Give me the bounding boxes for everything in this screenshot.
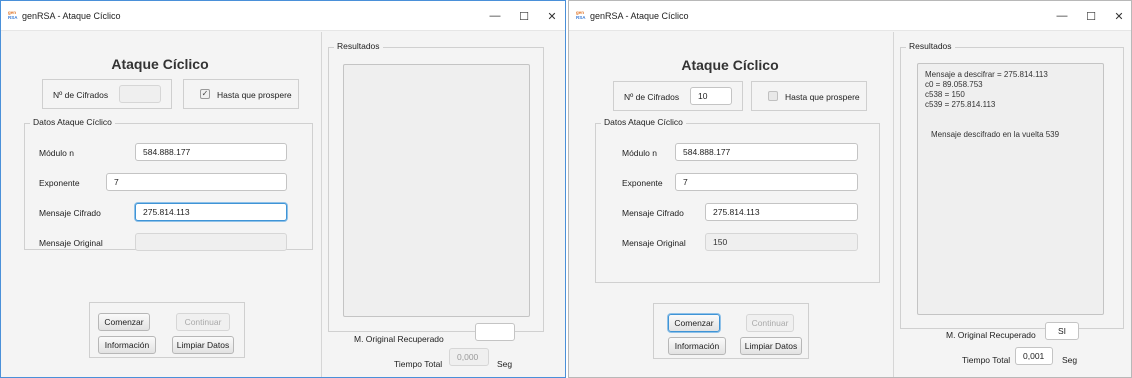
cifrados-label: Nº de Cifrados: [624, 92, 680, 102]
hasta-box: Hasta que prospere: [751, 81, 867, 111]
minimize-button[interactable]: —: [1050, 7, 1074, 25]
tiempo-field[interactable]: 0,000: [449, 348, 489, 366]
attack-panel: Ataque Cíclico Nº de Cifrados ✓ Hasta qu…: [1, 32, 319, 377]
cifrados-input[interactable]: 10: [690, 87, 732, 105]
page-title: Ataque Cíclico: [111, 56, 209, 72]
modulo-input[interactable]: 584.888.177: [675, 143, 858, 161]
exponente-label: Exponente: [39, 178, 80, 188]
cifrado-input[interactable]: 275.814.113: [705, 203, 858, 221]
close-button[interactable]: ✕: [1107, 7, 1131, 25]
original-label: Mensaje Original: [622, 238, 686, 248]
hasta-checkbox[interactable]: ✓: [200, 89, 210, 99]
actions-box: Comenzar Continuar Información Limpiar D…: [89, 302, 245, 358]
result-line: c0 = 89.058.753: [925, 80, 983, 89]
hasta-label: Hasta que prospere: [785, 92, 860, 102]
exponente-input[interactable]: 7: [675, 173, 858, 191]
attack-panel: Ataque Cíclico Nº de Cifrados 10 Hasta q…: [569, 32, 891, 377]
tiempo-label: Tiempo Total: [962, 355, 1011, 365]
tiempo-unit: Seg: [497, 359, 513, 369]
page-title: Ataque Cíclico: [681, 57, 779, 73]
close-button[interactable]: ✕: [540, 7, 564, 25]
results-group: Resultados: [328, 41, 544, 332]
modulo-label: Módulo n: [39, 148, 74, 158]
window-attack-finished: gen RSA genRSA - Ataque Cíclico — ☐ ✕ Ata…: [568, 0, 1132, 378]
tiempo-unit: Seg: [1062, 355, 1078, 365]
hasta-checkbox[interactable]: [768, 91, 778, 101]
cifrados-box: Nº de Cifrados 10: [613, 81, 743, 111]
cifrado-label: Mensaje Cifrado: [39, 208, 101, 218]
continuar-button[interactable]: Continuar: [746, 314, 794, 332]
result-line: Mensaje descifrado en la vuelta 539: [931, 130, 1060, 139]
genrsa-app-icon: gen RSA: [576, 10, 586, 20]
original-label: Mensaje Original: [39, 238, 103, 248]
cifrado-label: Mensaje Cifrado: [622, 208, 684, 218]
informacion-button[interactable]: Información: [98, 336, 156, 354]
exponente-label: Exponente: [622, 178, 663, 188]
recuperado-field[interactable]: [475, 323, 515, 341]
hasta-label: Hasta que prospere: [217, 90, 292, 100]
results-textarea[interactable]: [343, 64, 530, 317]
minimize-button[interactable]: —: [483, 7, 507, 25]
tiempo-label: Tiempo Total: [394, 359, 443, 369]
results-group-title: Resultados: [334, 41, 383, 51]
limpiar-button[interactable]: Limpiar Datos: [740, 337, 802, 355]
datos-group-title: Datos Ataque Cíclico: [601, 117, 686, 127]
results-textarea[interactable]: Mensaje a descifrar = 275.814.113 c0 = 8…: [917, 63, 1104, 315]
recuperado-label: M. Original Recuperado: [354, 334, 444, 344]
title-bar[interactable]: gen RSA genRSA - Ataque Cíclico — ☐ ✕: [1, 1, 565, 31]
recuperado-label: M. Original Recuperado: [946, 330, 1036, 340]
tiempo-field[interactable]: 0,001: [1015, 347, 1053, 365]
cifrados-input[interactable]: [119, 85, 161, 103]
result-line: Mensaje a descifrar = 275.814.113: [925, 70, 1048, 79]
cifrados-box: Nº de Cifrados: [42, 79, 172, 109]
informacion-button[interactable]: Información: [668, 337, 726, 355]
datos-group-title: Datos Ataque Cíclico: [30, 117, 115, 127]
comenzar-button[interactable]: Comenzar: [668, 314, 720, 332]
maximize-button[interactable]: ☐: [512, 7, 536, 25]
title-bar[interactable]: gen RSA genRSA - Ataque Cíclico — ☐ ✕: [569, 1, 1131, 31]
results-group: Resultados Mensaje a descifrar = 275.814…: [900, 41, 1124, 329]
results-group-title: Resultados: [906, 41, 955, 51]
modulo-input[interactable]: 584.888.177: [135, 143, 287, 161]
datos-group: Datos Ataque Cíclico Módulo n 584.888.17…: [24, 117, 313, 251]
result-line: c538 = 150: [925, 90, 965, 99]
modulo-label: Módulo n: [622, 148, 657, 158]
cifrado-input[interactable]: 275.814.113: [135, 203, 287, 221]
results-panel: Resultados M. Original Recuperado Tiempo…: [321, 32, 565, 377]
results-panel: Resultados Mensaje a descifrar = 275.814…: [893, 32, 1131, 377]
cifrados-label: Nº de Cifrados: [53, 90, 109, 100]
exponente-input[interactable]: 7: [106, 173, 287, 191]
recuperado-field[interactable]: SI: [1045, 322, 1079, 340]
datos-group: Datos Ataque Cíclico Módulo n 584.888.17…: [595, 117, 880, 283]
limpiar-button[interactable]: Limpiar Datos: [172, 336, 234, 354]
window-title: genRSA - Ataque Cíclico: [22, 11, 121, 21]
comenzar-button[interactable]: Comenzar: [98, 313, 150, 331]
continuar-button[interactable]: Continuar: [176, 313, 230, 331]
window-title: genRSA - Ataque Cíclico: [590, 11, 689, 21]
genrsa-app-icon: gen RSA: [8, 10, 18, 20]
window-attack-initial: gen RSA genRSA - Ataque Cíclico — ☐ ✕ Ata…: [0, 0, 566, 378]
hasta-box: ✓ Hasta que prospere: [183, 79, 299, 109]
result-line: c539 = 275.814.113: [925, 100, 996, 109]
original-input[interactable]: 150: [705, 233, 858, 251]
original-input[interactable]: [135, 233, 287, 251]
maximize-button[interactable]: ☐: [1079, 7, 1103, 25]
actions-box: Comenzar Continuar Información Limpiar D…: [653, 303, 809, 359]
